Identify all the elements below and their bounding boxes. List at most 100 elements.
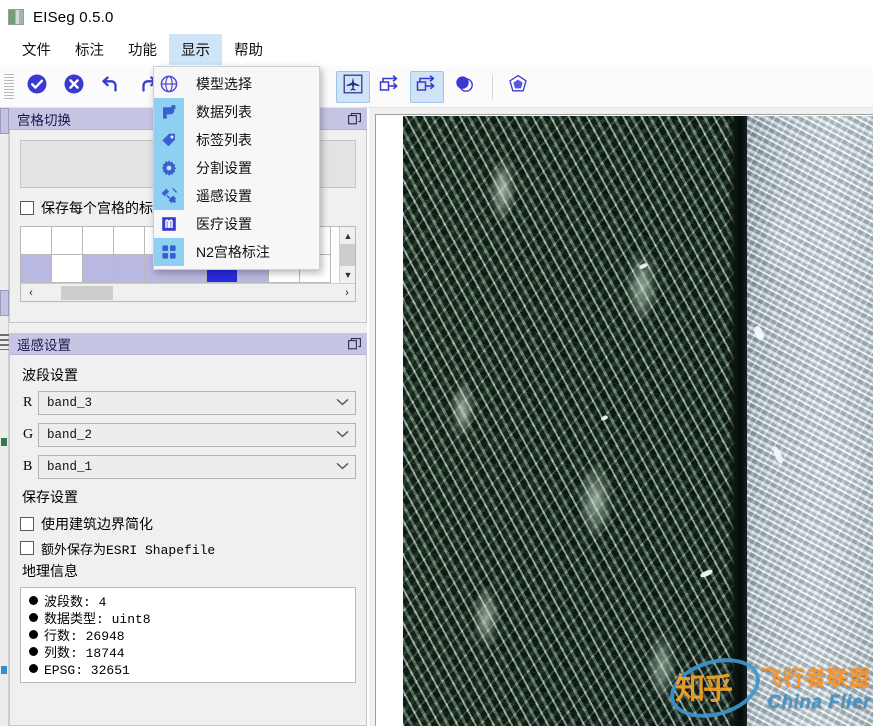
band-key-r: R — [23, 395, 33, 410]
bullet-icon — [29, 647, 38, 656]
grid-cell[interactable] — [114, 227, 145, 255]
grid-vertical-scrollbar[interactable]: ▲ ▼ — [339, 227, 355, 283]
model-select-icon — [154, 70, 184, 98]
dock-tab-grid[interactable] — [0, 108, 9, 134]
arrow-transfer-right-icon — [415, 73, 439, 100]
scroll-up-icon[interactable]: ▲ — [340, 227, 355, 244]
building-simplify-checkbox-row[interactable]: 使用建筑边界简化 — [20, 513, 356, 535]
airplane-icon — [343, 74, 363, 99]
image-viewport[interactable] — [375, 114, 873, 726]
save-each-grid-label: 保存每个宫格的标注 — [41, 200, 167, 216]
dock-tab-remote-sensing[interactable] — [0, 290, 9, 316]
menu-item-label: 医疗设置 — [196, 216, 252, 232]
building-simplify-label: 使用建筑边界简化 — [41, 516, 153, 532]
rs-panel-title-bar: 遥感设置 — [9, 333, 367, 355]
display-dropdown-menu: 模型选择 数据列表 标签列表 分割设置 遥感设置 医疗设置 N2宫格标注 — [153, 66, 320, 270]
geo-info-list: 波段数: 4 数据类型: uint8 行数: 26948 列数: 18744 E… — [20, 587, 356, 683]
band-key-g: G — [23, 427, 34, 442]
title-bar: EISeg 0.5.0 — [0, 0, 873, 34]
airplane-mode-button[interactable] — [336, 70, 370, 103]
band-select-b[interactable]: band_1 — [38, 455, 356, 479]
geo-info-item: 数据类型: uint8 — [29, 611, 351, 628]
save-each-grid-checkbox[interactable] — [20, 201, 34, 215]
grid-cell[interactable] — [83, 255, 114, 283]
menu-function[interactable]: 功能 — [116, 34, 169, 65]
menu-item-remote-sensing-settings[interactable]: 遥感设置 — [154, 182, 319, 210]
remote-sensing-panel: 遥感设置 波段设置 R band_3 G band_2 B band_1 保存设… — [9, 333, 367, 726]
band-value-b: band_1 — [47, 460, 93, 474]
left-dock-strip — [0, 108, 9, 726]
menu-item-medical-settings[interactable]: 医疗设置 — [154, 210, 319, 238]
toolbar-drag-handle[interactable] — [4, 73, 14, 100]
band-row-r: R band_3 — [20, 391, 356, 415]
tool-bar — [0, 66, 873, 108]
grid-cell[interactable] — [21, 227, 52, 255]
menu-display[interactable]: 显示 — [169, 34, 222, 65]
grid-cell[interactable] — [83, 227, 114, 255]
menu-item-data-list[interactable]: 数据列表 — [154, 98, 319, 126]
next-grid-button[interactable] — [410, 70, 444, 103]
scroll-left-icon[interactable]: ‹ — [21, 284, 41, 302]
menu-item-model-select[interactable]: 模型选择 — [154, 70, 319, 98]
menu-item-segmentation-settings[interactable]: 分割设置 — [154, 154, 319, 182]
app-icon — [8, 9, 24, 25]
building-simplify-checkbox[interactable] — [20, 517, 34, 531]
band-select-g[interactable]: band_2 — [38, 423, 356, 447]
dock-marker-blue — [1, 666, 7, 674]
grid-cell[interactable] — [21, 255, 52, 283]
menu-item-label: N2宫格标注 — [196, 244, 270, 260]
window-title: EISeg 0.5.0 — [33, 8, 114, 26]
menu-item-n2-grid-annotate[interactable]: N2宫格标注 — [154, 238, 319, 266]
rs-panel-body: 波段设置 R band_3 G band_2 B band_1 保存设置 使用建… — [9, 355, 367, 726]
chevron-down-icon — [336, 398, 349, 409]
menu-file[interactable]: 文件 — [10, 34, 63, 65]
circles-icon — [453, 73, 475, 100]
cancel-button[interactable] — [57, 71, 91, 103]
horizontal-scroll-thumb[interactable] — [61, 286, 113, 300]
geo-info-text: 行数: 26948 — [44, 629, 125, 644]
vertical-scroll-thumb[interactable] — [340, 244, 355, 266]
geo-info-item: EPSG: 32651 — [29, 662, 351, 679]
grid-horizontal-scrollbar[interactable]: ‹ › — [21, 283, 355, 302]
menu-item-label: 分割设置 — [196, 160, 252, 176]
label-tag-icon — [154, 126, 184, 154]
arrow-transfer-left-icon — [378, 73, 402, 100]
menu-item-label: 标签列表 — [196, 132, 252, 148]
confirm-button[interactable] — [20, 71, 54, 103]
geo-info-text: 数据类型: uint8 — [44, 612, 151, 627]
shapefile-checkbox[interactable] — [20, 541, 34, 555]
circles-overlap-button[interactable] — [447, 71, 481, 103]
aerial-image[interactable] — [403, 116, 873, 726]
float-window-icon[interactable] — [345, 111, 363, 127]
chevron-down-icon — [336, 430, 349, 441]
grid-panel-title: 宫格切换 — [17, 112, 71, 128]
menu-item-label: 数据列表 — [196, 104, 252, 120]
prev-grid-button[interactable] — [373, 71, 407, 103]
menu-item-label-list[interactable]: 标签列表 — [154, 126, 319, 154]
menu-bar: 文件 标注 功能 显示 帮助 — [0, 34, 873, 66]
dock-marker-green — [1, 438, 7, 446]
geo-info-text: EPSG: 32651 — [44, 663, 130, 678]
band-select-r[interactable]: band_3 — [38, 391, 356, 415]
band-row-g: G band_2 — [20, 423, 356, 447]
band-key-b: B — [23, 459, 33, 474]
grid-cell[interactable] — [52, 255, 83, 283]
geo-info-item: 行数: 26948 — [29, 628, 351, 645]
shapefile-checkbox-row[interactable]: 额外保存为ESRI Shapefile — [20, 537, 356, 559]
menu-annotate[interactable]: 标注 — [63, 34, 116, 65]
polygon-tool-button[interactable] — [501, 71, 535, 103]
grid-four-icon — [154, 238, 184, 266]
float-window-icon[interactable] — [345, 336, 363, 352]
band-settings-label: 波段设置 — [22, 367, 78, 383]
band-value-g: band_2 — [47, 428, 93, 442]
menu-help[interactable]: 帮助 — [222, 34, 275, 65]
bullet-icon — [29, 630, 38, 639]
grid-cell[interactable] — [114, 255, 145, 283]
dock-splitter-handle[interactable] — [0, 334, 9, 350]
scroll-right-icon[interactable]: › — [337, 284, 355, 302]
grid-cell[interactable] — [52, 227, 83, 255]
bullet-icon — [29, 596, 38, 605]
scroll-down-icon[interactable]: ▼ — [340, 266, 355, 283]
eiseg-main-window: EISeg 0.5.0 文件 标注 功能 显示 帮助 宫格切换 保存每个宫格的标… — [0, 0, 873, 726]
undo-button[interactable] — [94, 71, 128, 103]
